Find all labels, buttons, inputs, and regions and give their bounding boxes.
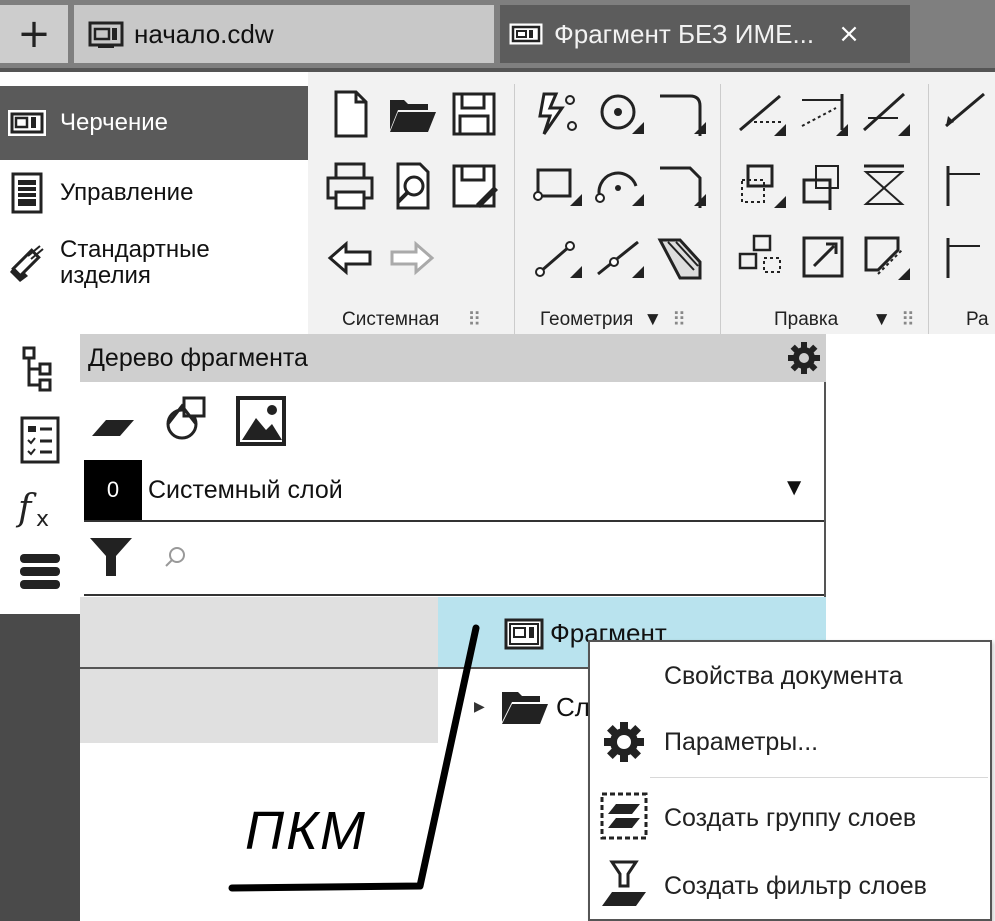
close-tab-icon[interactable]: ×: [838, 19, 860, 49]
copy-icon[interactable]: [796, 158, 852, 214]
tab-label: Фрагмент БЕЗ ИМЕ...: [554, 18, 815, 49]
category-label: Черчение: [60, 109, 169, 136]
new-document-icon[interactable]: [322, 86, 378, 142]
group-label-edit[interactable]: Правка ▼ ⠿: [774, 306, 915, 334]
arc-icon[interactable]: [592, 158, 648, 214]
save-icon[interactable]: [446, 86, 502, 142]
filter-icon[interactable]: [86, 532, 136, 582]
auxiliary-line-icon[interactable]: [592, 230, 648, 286]
menu-item-document-properties[interactable]: Свойства документа: [664, 662, 903, 691]
open-folder-icon[interactable]: [384, 86, 440, 142]
variables-fx-icon[interactable]: fx: [14, 480, 66, 532]
hatch-icon[interactable]: [654, 230, 710, 286]
annotation-leader-line: [228, 624, 480, 892]
ribbon-separator: [720, 84, 721, 334]
undo-icon[interactable]: [322, 230, 378, 286]
ribbon-category-panel: Черчение Управление Стандартные изделия …: [0, 72, 308, 396]
category-label: Управление: [60, 179, 194, 206]
move-icon[interactable]: [734, 158, 790, 214]
search-input[interactable]: [194, 536, 798, 578]
panel-title: Дерево фрагмента: [80, 334, 826, 382]
tree-search-row: [84, 522, 824, 596]
svg-text:f: f: [15, 488, 37, 529]
dropdown-arrow-icon[interactable]: ▼: [782, 474, 806, 502]
break-icon[interactable]: [858, 86, 914, 142]
layer-number: 0: [84, 460, 142, 520]
plus-icon: +: [17, 11, 51, 57]
layer-filter-icon: [602, 860, 646, 906]
fragment-doc-icon: [8, 110, 46, 136]
layer-name: Системный слой: [148, 475, 343, 504]
ribbon-separator: [928, 84, 929, 334]
ribbon-separator: [514, 84, 515, 334]
menu-item-create-layer-filter[interactable]: Создать фильтр слоев: [664, 872, 927, 901]
image-icon[interactable]: [234, 394, 288, 448]
dimension-icon[interactable]: [940, 86, 995, 142]
geometry-objects-icon[interactable]: [160, 392, 216, 448]
svg-text:x: x: [36, 507, 49, 532]
plane-view-icon[interactable]: [88, 398, 140, 450]
group-label-dimensions[interactable]: Ра: [966, 306, 989, 334]
auto-line-icon[interactable]: [530, 86, 586, 142]
extend-icon[interactable]: [796, 86, 852, 142]
current-layer-selector[interactable]: 0 Системный слой ▼: [84, 460, 824, 522]
print-icon[interactable]: [322, 158, 378, 214]
deform-icon[interactable]: [858, 230, 914, 286]
redo-icon[interactable]: [384, 230, 440, 286]
tab-fragment-active[interactable]: Фрагмент БЕЗ ИМЕ... ×: [500, 5, 910, 63]
rectangle-icon[interactable]: [530, 158, 586, 214]
circle-icon[interactable]: [592, 86, 648, 142]
category-label: Стандартные изделия: [60, 236, 210, 289]
segment-icon[interactable]: [530, 230, 586, 286]
chamfer-icon[interactable]: [654, 158, 710, 214]
trim-curve-icon[interactable]: [734, 86, 790, 142]
menu-item-parameters[interactable]: Параметры...: [664, 728, 818, 757]
gear-icon[interactable]: [786, 340, 822, 376]
tree-view-icon[interactable]: [14, 344, 66, 396]
list-document-icon: [11, 172, 43, 214]
new-tab-button[interactable]: +: [0, 5, 68, 63]
layers-icon[interactable]: [14, 546, 66, 598]
tab-nachalo-cdw[interactable]: начало.cdw: [74, 5, 494, 63]
menu-item-create-layer-group[interactable]: Создать группу слоев: [664, 804, 916, 833]
fragment-doc-icon: [509, 23, 543, 45]
layer-group-icon: [600, 792, 648, 840]
mirror-icon[interactable]: [858, 158, 914, 214]
save-as-icon[interactable]: [446, 158, 502, 214]
properties-list-icon[interactable]: [14, 414, 66, 466]
category-standard-parts[interactable]: Стандартные изделия: [0, 226, 308, 300]
annotation-label: ПКМ: [245, 801, 367, 861]
group-label-system: Системная ⠿: [342, 309, 482, 331]
radial-dimension-icon[interactable]: [940, 230, 995, 286]
category-management[interactable]: Управление: [0, 156, 308, 230]
menu-separator: [650, 777, 988, 778]
fillet-icon[interactable]: [654, 86, 710, 142]
scale-icon[interactable]: [796, 230, 852, 286]
tab-label: начало.cdw: [134, 18, 274, 49]
search-icon: [165, 547, 185, 567]
linear-dimension-icon[interactable]: [940, 158, 995, 214]
drawing-doc-icon: [88, 21, 124, 48]
array-icon[interactable]: [734, 230, 790, 286]
bolt-icon: [10, 245, 44, 282]
group-label-geometry[interactable]: Геометрия ▼ ⠿: [540, 306, 686, 334]
preview-icon[interactable]: [384, 158, 440, 214]
category-drawing[interactable]: Черчение: [0, 86, 308, 160]
gear-icon: [604, 722, 644, 762]
